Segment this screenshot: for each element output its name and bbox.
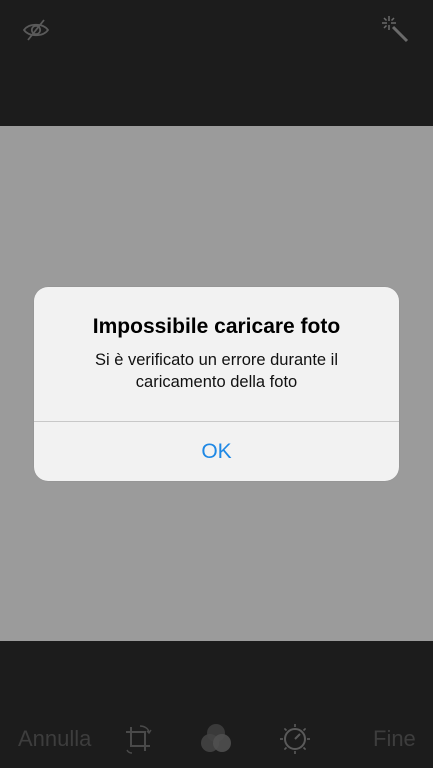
alert-message: Si è verificato un errore durante il car… — [94, 351, 339, 391]
eye-slash-icon[interactable] — [18, 12, 54, 48]
top-bar — [0, 0, 433, 126]
done-button[interactable]: Fine — [373, 725, 416, 753]
photo-editor-screen: Annulla Fine Impossibile caricare foto S… — [0, 0, 433, 768]
crop-rotate-icon[interactable] — [120, 721, 156, 757]
cancel-button[interactable]: Annulla — [18, 725, 91, 753]
edit-toolbar: Annulla Fine — [0, 717, 433, 761]
alert-title: Impossibile caricare foto — [92, 315, 341, 338]
adjust-dial-icon[interactable] — [277, 721, 313, 757]
magic-wand-icon[interactable] — [378, 12, 414, 48]
filters-icon[interactable] — [198, 721, 234, 757]
error-alert-dialog: Impossibile caricare foto Si è verificat… — [34, 287, 399, 481]
ok-button[interactable]: OK — [34, 422, 399, 481]
